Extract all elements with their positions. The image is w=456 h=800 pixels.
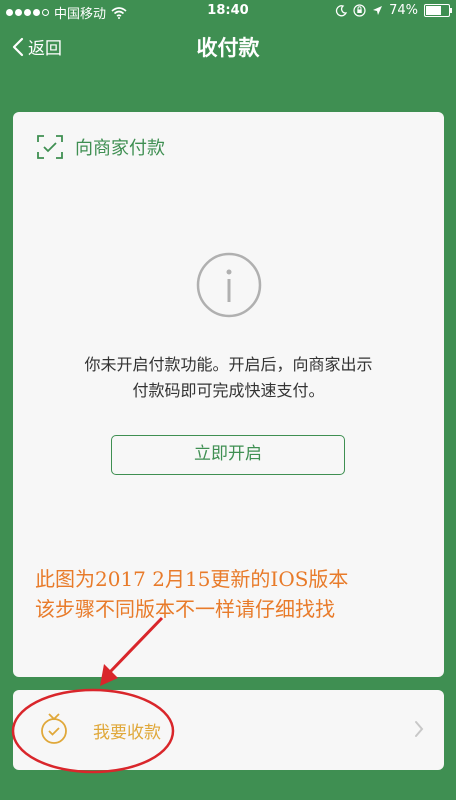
- info-icon: [196, 252, 262, 318]
- battery-icon: [424, 4, 452, 17]
- location-icon: [373, 6, 383, 15]
- annotation-line-2: 该步骤不同版本不一样请仔细找找: [35, 597, 335, 621]
- status-right: 74%: [335, 3, 452, 18]
- pay-to-merchant-header: 向商家付款: [37, 134, 165, 160]
- moon-icon: [336, 4, 348, 16]
- pay-to-merchant-card: 向商家付款 你未开启付款功能。开启后，向商家出示 付款码即可完成快速支付。 立即…: [13, 112, 444, 677]
- info-line-1: 你未开启付款功能。开启后，向商家出示: [84, 355, 373, 374]
- annotation-line-1: 此图为2017 2月15更新的IOS版本: [35, 567, 349, 591]
- payment-disabled-message: 你未开启付款功能。开启后，向商家出示 付款码即可完成快速支付。: [13, 352, 444, 404]
- money-bag-icon: [41, 713, 67, 744]
- annotation-note: 此图为2017 2月15更新的IOS版本 该步骤不同版本不一样请仔细找找: [35, 564, 348, 624]
- battery-percent: 74%: [389, 3, 418, 18]
- status-bar: 中国移动 18:40 74%: [0, 0, 456, 22]
- nav-bar: 返回 收付款: [0, 22, 456, 72]
- enable-payment-button[interactable]: 立即开启: [111, 435, 345, 475]
- chevron-right-icon: [415, 721, 424, 737]
- receive-money-label: 我要收款: [93, 723, 161, 743]
- receive-money-row[interactable]: 我要收款: [13, 690, 444, 770]
- page-title: 收付款: [196, 36, 260, 60]
- pay-to-merchant-label: 向商家付款: [75, 138, 165, 159]
- info-line-2: 付款码即可完成快速支付。: [132, 381, 325, 400]
- rotation-lock-icon: [353, 4, 366, 17]
- scan-check-icon: [37, 135, 63, 159]
